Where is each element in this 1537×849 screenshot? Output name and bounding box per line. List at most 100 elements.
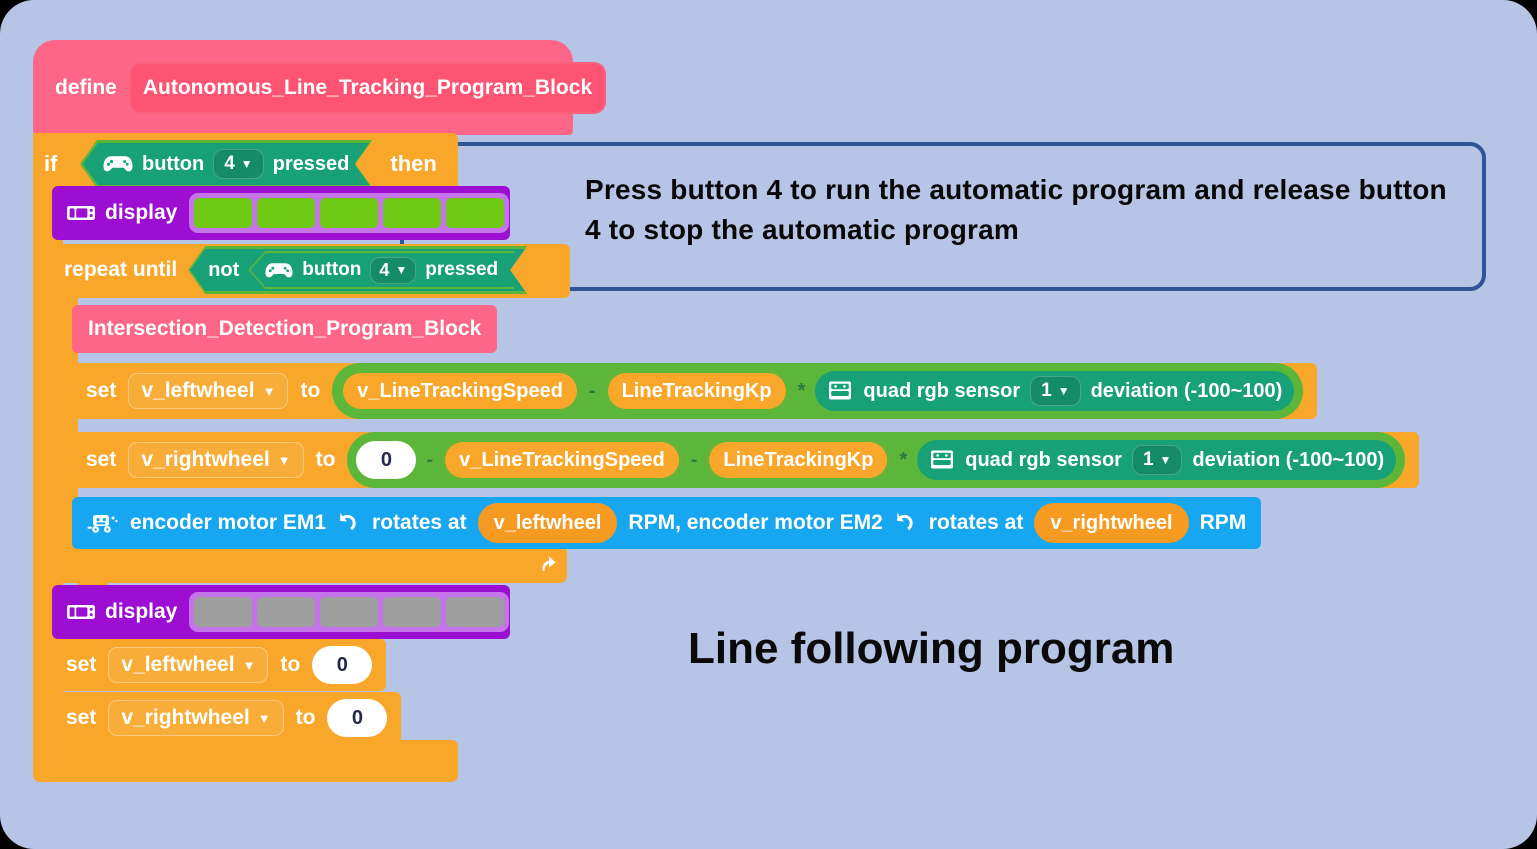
sensor-port-value: 1 xyxy=(1142,449,1154,470)
led-cell[interactable] xyxy=(383,198,442,228)
repeat-until-row: repeat until not button 4 ▼ pressed xyxy=(64,246,527,294)
display-label: display xyxy=(105,600,178,623)
pressed-label: pressed xyxy=(425,259,499,280)
sensor-label: quad rgb sensor xyxy=(965,448,1122,471)
led-cell[interactable] xyxy=(446,597,505,627)
set-rightwheel-zero-block[interactable]: set v_rightwheel ▼ to 0 xyxy=(52,692,402,744)
sensor-reading-label: deviation (-100~100) xyxy=(1192,448,1385,471)
display-block-on[interactable]: display xyxy=(52,186,510,240)
call-procedure-block[interactable]: Intersection_Detection_Program_Block xyxy=(72,305,498,353)
define-hat-block[interactable]: define Autonomous_Line_Tracking_Program_… xyxy=(33,40,607,135)
led-cell[interactable] xyxy=(383,597,442,627)
number-zero[interactable]: 0 xyxy=(356,441,417,479)
if-condition-row: if button 4 ▼ pressed then xyxy=(44,140,437,188)
repeat-until-keyword: repeat until xyxy=(64,258,178,281)
chevron-down-icon: ▼ xyxy=(262,383,276,399)
led-cell[interactable] xyxy=(446,198,505,228)
define-keyword: define xyxy=(55,75,117,99)
operator-minus: - xyxy=(588,379,596,402)
button-number-dropdown[interactable]: 4 ▼ xyxy=(370,257,416,284)
motor-em1-label: encoder motor EM1 xyxy=(130,511,327,534)
led-cell[interactable] xyxy=(320,597,379,627)
chevron-down-icon: ▼ xyxy=(240,157,253,171)
motor-rpm-label: RPM, encoder motor EM2 xyxy=(628,511,883,534)
variable-name: v_rightwheel xyxy=(121,706,250,729)
callout-text: Press button 4 to run the automatic prog… xyxy=(585,174,1447,245)
if-block-footer xyxy=(33,740,458,782)
rotate-ccw-icon[interactable] xyxy=(894,512,918,534)
not-condition[interactable]: not button 4 ▼ pressed xyxy=(188,246,527,294)
chevron-down-icon: ▼ xyxy=(1057,384,1070,398)
variable-linetrackingspeed[interactable]: v_LineTrackingSpeed xyxy=(341,371,579,411)
led-matrix-on[interactable] xyxy=(189,193,510,233)
set-keyword: set xyxy=(86,448,117,471)
quad-rgb-sensor-reporter[interactable]: quad rgb sensor 1 ▼ deviation (-100~100) xyxy=(917,440,1397,480)
repeat-until-footer xyxy=(52,547,567,583)
button-label: button xyxy=(142,152,205,175)
button-pressed-condition[interactable]: button 4 ▼ pressed xyxy=(80,140,372,188)
set-rightwheel-speed-block[interactable]: set v_rightwheel ▼ to 0 - v_LineTracking… xyxy=(72,432,1420,488)
then-keyword: then xyxy=(390,151,437,176)
set-keyword: set xyxy=(66,706,97,729)
sensor-label: quad rgb sensor xyxy=(863,379,1021,402)
speed-expression[interactable]: 0 - v_LineTrackingSpeed - LineTrackingKp… xyxy=(347,432,1406,488)
gamepad-icon xyxy=(103,154,133,174)
variable-linetrackingkp[interactable]: LineTrackingKp xyxy=(605,371,788,411)
variable-name: v_leftwheel xyxy=(121,653,235,676)
encoder-motor-block[interactable]: encoder motor EM1 rotates at v_leftwheel… xyxy=(72,497,1262,549)
led-cell[interactable] xyxy=(320,198,379,228)
led-cell[interactable] xyxy=(257,198,316,228)
led-cell[interactable] xyxy=(257,597,316,627)
variable-dropdown-rightwheel[interactable]: v_rightwheel ▼ xyxy=(128,442,304,478)
to-keyword: to xyxy=(295,706,316,729)
chevron-down-icon: ▼ xyxy=(257,710,271,726)
led-cell[interactable] xyxy=(194,597,253,627)
variable-dropdown-leftwheel[interactable]: v_leftwheel ▼ xyxy=(128,373,289,409)
program-canvas: Press button 4 to run the automatic prog… xyxy=(0,0,1537,849)
set-leftwheel-zero-block[interactable]: set v_leftwheel ▼ to 0 xyxy=(52,639,387,691)
to-keyword: to xyxy=(315,448,336,471)
set-leftwheel-speed-block[interactable]: set v_leftwheel ▼ to v_LineTrackingSpeed… xyxy=(72,363,1318,419)
motor-rotates-at-label-2: rotates at xyxy=(928,511,1024,534)
variable-linetrackingkp[interactable]: LineTrackingKp xyxy=(707,440,890,480)
pressed-label: pressed xyxy=(272,152,350,175)
page-caption: Line following program xyxy=(688,624,1175,673)
call-procedure-name: Intersection_Detection_Program_Block xyxy=(88,317,482,340)
display-block-off[interactable]: display xyxy=(52,585,510,639)
gamepad-icon xyxy=(265,261,293,280)
button-number-value: 4 xyxy=(224,153,235,174)
chevron-down-icon: ▼ xyxy=(242,657,256,673)
led-matrix-off[interactable] xyxy=(189,592,510,632)
to-keyword: to xyxy=(280,653,301,676)
rotate-ccw-icon[interactable] xyxy=(337,512,361,534)
chevron-down-icon: ▼ xyxy=(395,263,408,277)
button-number-dropdown[interactable]: 4 ▼ xyxy=(213,149,263,179)
sensor-port-value: 1 xyxy=(1041,380,1052,401)
chevron-down-icon: ▼ xyxy=(1159,453,1172,467)
led-cell[interactable] xyxy=(194,198,253,228)
sensor-port-dropdown[interactable]: 1 ▼ xyxy=(1030,376,1081,406)
variable-leftwheel-reporter[interactable]: v_leftwheel xyxy=(477,503,618,543)
variable-rightwheel-reporter[interactable]: v_rightwheel xyxy=(1034,503,1189,543)
if-keyword: if xyxy=(44,151,58,176)
set-keyword: set xyxy=(66,653,97,676)
motor-rpm-label-2: RPM xyxy=(1199,511,1247,534)
display-icon xyxy=(66,203,96,223)
variable-dropdown-rightwheel[interactable]: v_rightwheel ▼ xyxy=(108,700,284,736)
speed-expression[interactable]: v_LineTrackingSpeed - LineTrackingKp * q… xyxy=(332,363,1304,419)
to-keyword: to xyxy=(300,379,321,402)
quad-rgb-sensor-icon xyxy=(929,449,955,471)
define-procedure-name[interactable]: Autonomous_Line_Tracking_Program_Block xyxy=(128,61,607,114)
variable-dropdown-leftwheel[interactable]: v_leftwheel ▼ xyxy=(108,647,269,683)
sensor-port-dropdown[interactable]: 1 ▼ xyxy=(1131,445,1183,475)
not-label: not xyxy=(208,258,240,281)
variable-name: v_leftwheel xyxy=(141,379,255,402)
variable-name: v_rightwheel xyxy=(141,448,270,471)
button-number-value: 4 xyxy=(379,259,390,280)
variable-linetrackingspeed[interactable]: v_LineTrackingSpeed xyxy=(443,440,681,480)
quad-rgb-sensor-reporter[interactable]: quad rgb sensor 1 ▼ deviation (-100~100) xyxy=(815,371,1295,411)
operator-multiply: * xyxy=(899,448,908,471)
number-input-zero[interactable]: 0 xyxy=(312,646,373,684)
number-input-zero[interactable]: 0 xyxy=(327,699,388,737)
set-keyword: set xyxy=(86,379,117,402)
